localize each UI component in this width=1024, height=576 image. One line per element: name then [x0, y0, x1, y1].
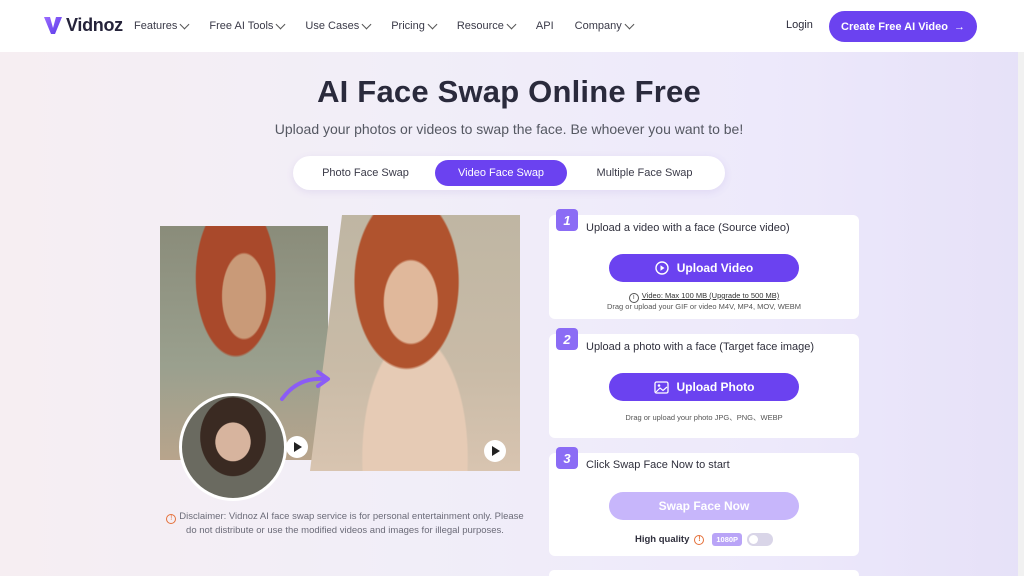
upload-photo-button[interactable]: Upload Photo [609, 373, 799, 401]
step-label: Click Swap Face Now to start [586, 459, 730, 471]
chevron-down-icon [427, 19, 438, 29]
logo-icon [44, 17, 62, 34]
tab-video-face-swap[interactable]: Video Face Swap [435, 160, 568, 186]
logo[interactable]: Vidnoz [42, 14, 123, 36]
play-icon [492, 446, 500, 456]
step-next-partial [549, 570, 859, 576]
photo-formats: Drag or upload your photo JPG、PNG、WEBP [625, 413, 783, 422]
play-circle-icon [655, 261, 669, 275]
main-menu: Features Free AI Tools Use Cases Pricing… [134, 0, 654, 52]
arrow-right-icon: → [954, 20, 965, 33]
step-upload-video: 1 Upload a video with a face (Source vid… [549, 209, 859, 319]
chevron-down-icon [624, 19, 635, 29]
menu-label: Resource [456, 20, 504, 32]
top-nav: Vidnoz Features Free AI Tools Use Cases … [0, 0, 1024, 52]
page-subtitle: Upload your photos or videos to swap the… [274, 121, 744, 137]
image-icon [653, 380, 669, 394]
page-scrollbar[interactable] [1018, 52, 1024, 576]
cta-label: Create Free AI Video [841, 20, 948, 33]
menu-label: Company [574, 20, 622, 32]
step-label: Upload a video with a face (Source video… [586, 222, 790, 234]
result-video-image [310, 215, 520, 471]
play-source-button[interactable] [286, 436, 308, 458]
swap-face-now-button[interactable]: Swap Face Now [609, 492, 799, 520]
disclaimer-text: Disclaimer: Vidnoz AI face swap service … [179, 511, 524, 536]
step-number: 1 [556, 209, 578, 231]
target-face-avatar [179, 393, 287, 501]
chevron-down-icon [506, 19, 517, 29]
create-free-video-button[interactable]: Create Free AI Video → [829, 11, 977, 42]
page-title: AI Face Swap Online Free [317, 74, 701, 109]
menu-label: Free AI Tools [209, 20, 274, 32]
chevron-down-icon [275, 19, 286, 29]
swap-mode-tabs: Photo Face Swap Video Face Swap Multiple… [293, 156, 725, 190]
menu-features[interactable]: Features [134, 19, 190, 32]
step-label: Upload a photo with a face (Target face … [586, 341, 815, 353]
high-quality-toggle[interactable] [747, 533, 774, 546]
curved-arrow-icon [280, 370, 330, 401]
menu-company[interactable]: Company [574, 19, 635, 32]
high-quality-option: High quality ! 1080P [635, 533, 774, 546]
button-label: Upload Video [676, 261, 754, 275]
chevron-down-icon [361, 19, 372, 29]
step-number: 2 [556, 328, 578, 350]
login-link[interactable]: Login [786, 19, 813, 31]
chevron-down-icon [179, 19, 190, 29]
step-upload-photo: 2 Upload a photo with a face (Target fac… [549, 328, 859, 438]
menu-pricing[interactable]: Pricing [391, 19, 438, 32]
menu-label: Use Cases [305, 20, 360, 32]
tab-photo-face-swap[interactable]: Photo Face Swap [296, 160, 435, 186]
menu-use-cases[interactable]: Use Cases [305, 19, 372, 32]
info-icon: ! [166, 514, 177, 524]
quality-label: High quality [635, 534, 690, 545]
quality-badge: 1080P [712, 533, 743, 546]
info-icon[interactable]: ! [694, 534, 705, 545]
menu-label: Pricing [391, 20, 425, 32]
disclaimer: ! Disclaimer: Vidnoz AI face swap service… [160, 510, 530, 537]
menu-label: API [535, 20, 554, 32]
menu-api[interactable]: API [536, 20, 554, 32]
upload-video-button[interactable]: Upload Video [609, 254, 799, 282]
step-swap-face: 3 Click Swap Face Now to start Swap Face… [549, 447, 859, 556]
menu-label: Features [134, 20, 178, 32]
button-label: Upload Photo [676, 380, 755, 394]
upgrade-limit-link[interactable]: Video: Max 100 MB (Upgrade to 500 MB) [642, 291, 779, 300]
play-icon [294, 442, 302, 452]
menu-resource[interactable]: Resource [456, 19, 517, 32]
logo-text: Vidnoz [66, 14, 123, 35]
video-formats: Drag or upload your GIF or video M4V, MP… [606, 302, 802, 311]
tab-multiple-face-swap[interactable]: Multiple Face Swap [567, 160, 722, 186]
swap-preview [160, 215, 520, 501]
play-result-button[interactable] [484, 440, 506, 462]
menu-free-ai-tools[interactable]: Free AI Tools [209, 19, 286, 32]
step-number: 3 [556, 447, 578, 469]
